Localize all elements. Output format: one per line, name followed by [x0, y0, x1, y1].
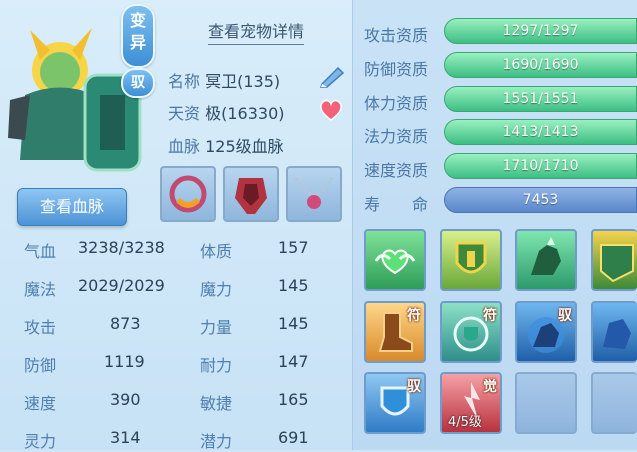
equipment-slot-armor[interactable] — [223, 166, 279, 222]
magic-power-value: 145 — [278, 276, 309, 295]
collar-icon — [169, 175, 207, 213]
defense-aptitude-label: 防御资质 — [364, 60, 429, 79]
speed-aptitude-bar: 1710/1710 — [444, 153, 637, 179]
aptitude-row: 天资 极(16330) — [168, 100, 285, 124]
hp-value: 3238/3238 — [78, 238, 165, 257]
spirit-label: 灵力 — [24, 432, 57, 451]
constitution-value: 157 — [278, 238, 309, 257]
magic-aptitude-bar: 1413/1413 — [444, 119, 637, 145]
beast-icon — [531, 237, 561, 275]
spirit-icon — [603, 319, 631, 349]
bloodline-row: 血脉 125级血脉 — [168, 133, 284, 157]
skill-slot-empty[interactable] — [591, 372, 637, 434]
skill-slot-6[interactable]: 符 — [440, 301, 502, 363]
heart-icon[interactable] — [318, 98, 344, 122]
skill-slot-empty[interactable] — [515, 372, 577, 434]
pet-name-value: 冥卫(135) — [205, 72, 281, 91]
pet-name-row: 名称 冥卫(135) — [168, 68, 280, 92]
skill-slot-1[interactable] — [364, 229, 426, 291]
name-label: 名称 — [168, 72, 201, 91]
endurance-value: 147 — [278, 352, 309, 371]
ride-badge: 驭 — [121, 68, 155, 98]
talisman-tag: 符 — [407, 308, 421, 324]
armor-skill-icon — [600, 244, 634, 283]
awaken-tag: 觉 — [483, 379, 497, 395]
talisman-tag: 符 — [483, 308, 497, 324]
hp-label: 气血 — [24, 242, 57, 261]
stamina-aptitude-label: 体力资质 — [364, 94, 429, 113]
skill-slot-5[interactable]: 符 — [364, 301, 426, 363]
skill-slot-4[interactable] — [591, 229, 637, 291]
ride-tag: 驭 — [407, 379, 421, 395]
armor-icon — [235, 178, 267, 214]
equipment-slot-collar[interactable] — [160, 166, 216, 222]
pet-info-panel: 变异 驭 查看宠物详情 名称 冥卫(135) 天资 极(16330) 血脉 12… — [0, 0, 352, 451]
mp-label: 魔法 — [24, 280, 57, 299]
mutant-badge: 变异 — [121, 4, 155, 68]
defense-aptitude-bar: 1690/1690 — [444, 52, 637, 78]
aptitude-value: 极(16330) — [205, 104, 285, 123]
view-pet-detail-link[interactable]: 查看宠物详情 — [208, 18, 305, 45]
agility-label: 敏捷 — [200, 394, 233, 413]
attack-aptitude-label: 攻击资质 — [364, 26, 429, 45]
magic-power-label: 魔力 — [200, 280, 233, 299]
constitution-label: 体质 — [200, 242, 233, 261]
shield-icon — [455, 241, 487, 274]
winged-heart-icon — [374, 249, 416, 275]
speed-aptitude-label: 速度资质 — [364, 161, 429, 180]
strength-value: 145 — [278, 314, 309, 333]
necklace-icon — [294, 177, 334, 209]
strength-label: 力量 — [200, 318, 233, 337]
defense-label: 防御 — [24, 356, 57, 375]
skill-slot-7[interactable]: 驭 — [515, 301, 577, 363]
equipment-slot-necklace[interactable] — [286, 166, 342, 222]
lifespan-bar: 7453 — [444, 187, 637, 213]
view-bloodline-button[interactable]: 查看血脉 — [17, 188, 127, 226]
potential-value: 691 — [278, 428, 309, 447]
skill-slot-10[interactable]: 觉 4/5级 — [440, 372, 502, 434]
magic-aptitude-label: 法力资质 — [364, 127, 429, 146]
ride-tag: 驭 — [558, 308, 572, 324]
skill-level: 4/5级 — [448, 415, 482, 430]
mp-value: 2029/2029 — [78, 276, 165, 295]
defense-value: 1119 — [104, 352, 145, 371]
spirit-value: 314 — [110, 428, 141, 447]
skill-slot-3[interactable] — [515, 229, 577, 291]
lifespan-label: 寿 命 — [364, 195, 429, 214]
speed-label: 速度 — [24, 394, 57, 413]
edit-name-icon[interactable] — [318, 66, 346, 88]
bloodline-label: 血脉 — [168, 137, 201, 156]
endurance-label: 耐力 — [200, 356, 233, 375]
attack-label: 攻击 — [24, 318, 57, 337]
agility-value: 165 — [278, 390, 309, 409]
bloodline-value: 125级血脉 — [205, 137, 284, 156]
attack-value: 873 — [110, 314, 141, 333]
potential-label: 潜力 — [200, 432, 233, 451]
aptitude-label: 天资 — [168, 104, 201, 123]
stamina-aptitude-bar: 1551/1551 — [444, 86, 637, 112]
skill-slot-8[interactable] — [591, 301, 637, 363]
skill-slot-9[interactable]: 驭 — [364, 372, 426, 434]
speed-value: 390 — [110, 390, 141, 409]
skill-slot-2[interactable] — [440, 229, 502, 291]
attack-aptitude-bar: 1297/1297 — [444, 18, 637, 44]
